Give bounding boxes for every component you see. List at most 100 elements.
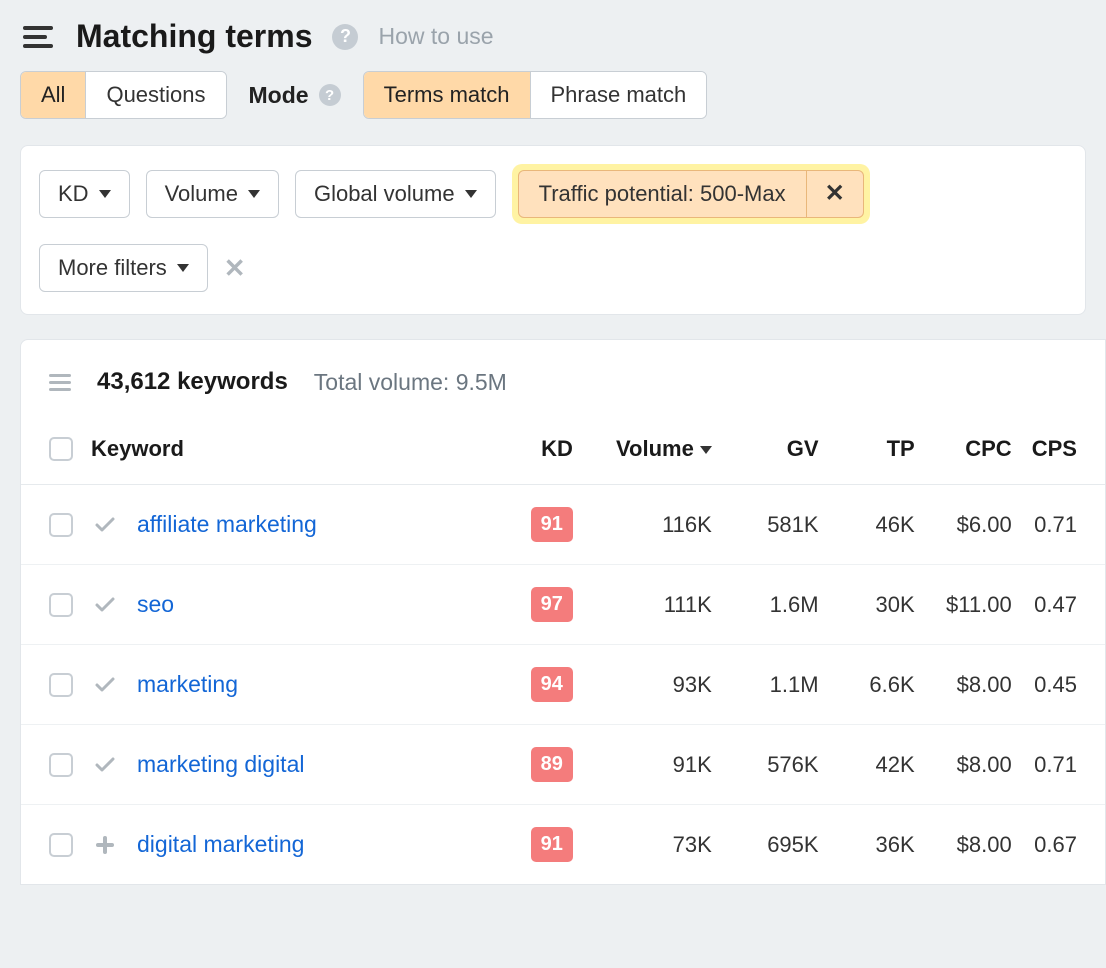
keyword-link[interactable]: digital marketing — [137, 831, 304, 858]
active-filter-traffic-potential: Traffic potential: 500-Max ✕ — [518, 170, 864, 218]
cell-cpc: $11.00 — [925, 565, 1022, 645]
row-checkbox[interactable] — [49, 833, 73, 857]
col-cps[interactable]: CPS — [1022, 418, 1105, 485]
check-icon[interactable] — [91, 513, 119, 537]
col-keyword[interactable]: Keyword — [21, 418, 487, 485]
cell-cpc: $8.00 — [925, 805, 1022, 885]
tab-terms-match[interactable]: Terms match — [364, 72, 530, 118]
cell-cps: 0.67 — [1022, 805, 1105, 885]
keyword-link[interactable]: seo — [137, 591, 174, 618]
cell-tp: 42K — [829, 725, 925, 805]
cell-kd: 89 — [487, 725, 583, 805]
cell-volume: 73K — [583, 805, 722, 885]
cell-kd: 94 — [487, 645, 583, 725]
keyword-count: 43,612 keywords — [97, 368, 288, 396]
filter-volume[interactable]: Volume — [146, 170, 279, 218]
more-filters-button[interactable]: More filters — [39, 244, 208, 292]
mode-segment: Terms match Phrase match — [363, 71, 708, 119]
table-row: affiliate marketing91116K581K46K$6.000.7… — [21, 485, 1105, 565]
cell-kd: 91 — [487, 805, 583, 885]
keyword-link[interactable]: affiliate marketing — [137, 511, 317, 538]
results-summary: 43,612 keywords Total volume: 9.5M — [21, 340, 1105, 418]
chevron-down-icon — [177, 264, 189, 272]
cell-cps: 0.47 — [1022, 565, 1105, 645]
total-volume: Total volume: 9.5M — [314, 369, 507, 396]
filters-panel: KD Volume Global volume Traffic potentia… — [20, 145, 1086, 315]
col-gv[interactable]: GV — [722, 418, 829, 485]
mode-label-text: Mode — [249, 82, 309, 109]
help-icon[interactable]: ? — [332, 24, 358, 50]
cell-volume: 91K — [583, 725, 722, 805]
filter-kd[interactable]: KD — [39, 170, 130, 218]
chevron-down-icon — [465, 190, 477, 198]
cell-kd: 91 — [487, 485, 583, 565]
filter-volume-label: Volume — [165, 181, 238, 207]
list-view-icon[interactable] — [49, 374, 71, 391]
cell-cpc: $6.00 — [925, 485, 1022, 565]
toggle-row: All Questions Mode ? Terms match Phrase … — [0, 65, 1106, 145]
kd-badge: 91 — [531, 507, 573, 542]
cell-cpc: $8.00 — [925, 725, 1022, 805]
cell-tp: 46K — [829, 485, 925, 565]
cell-kd: 97 — [487, 565, 583, 645]
cell-gv: 581K — [722, 485, 829, 565]
menu-icon[interactable] — [20, 19, 56, 55]
kd-badge: 91 — [531, 827, 573, 862]
check-icon[interactable] — [91, 593, 119, 617]
plus-icon[interactable] — [91, 834, 119, 856]
col-volume[interactable]: Volume — [583, 418, 722, 485]
table-row: marketing digital 8991K576K42K$8.000.71 — [21, 725, 1105, 805]
close-icon: ✕ — [825, 182, 845, 206]
active-filter-label[interactable]: Traffic potential: 500-Max — [519, 171, 806, 217]
cell-volume: 116K — [583, 485, 722, 565]
active-filter-highlight: Traffic potential: 500-Max ✕ — [512, 164, 870, 224]
filter-global-volume[interactable]: Global volume — [295, 170, 496, 218]
col-keyword-label: Keyword — [91, 436, 184, 462]
remove-filter-button[interactable]: ✕ — [806, 171, 863, 217]
help-icon[interactable]: ? — [319, 84, 341, 106]
kd-badge: 97 — [531, 587, 573, 622]
filter-global-volume-label: Global volume — [314, 181, 455, 207]
results-panel: 43,612 keywords Total volume: 9.5M Keywo… — [20, 339, 1106, 885]
col-cpc[interactable]: CPC — [925, 418, 1022, 485]
keyword-link[interactable]: marketing — [137, 671, 238, 698]
cell-gv: 1.1M — [722, 645, 829, 725]
keyword-link[interactable]: marketing digital — [137, 751, 304, 778]
select-all-checkbox[interactable] — [49, 437, 73, 461]
cell-tp: 6.6K — [829, 645, 925, 725]
cell-gv: 576K — [722, 725, 829, 805]
col-kd[interactable]: KD — [487, 418, 583, 485]
page-header: Matching terms ? How to use — [0, 0, 1106, 65]
table-row: marketing9493K1.1M6.6K$8.000.45 — [21, 645, 1105, 725]
clear-filters-button[interactable]: ✕ — [224, 255, 246, 281]
cell-cps: 0.45 — [1022, 645, 1105, 725]
how-to-use-link[interactable]: How to use — [378, 23, 493, 50]
keywords-table: Keyword KD Volume GV TP CPC CPS affiliat… — [21, 418, 1105, 884]
cell-volume: 111K — [583, 565, 722, 645]
check-icon[interactable] — [91, 753, 119, 777]
check-icon[interactable] — [91, 673, 119, 697]
tab-phrase-match[interactable]: Phrase match — [530, 72, 707, 118]
cell-volume: 93K — [583, 645, 722, 725]
tab-all[interactable]: All — [21, 72, 85, 118]
row-checkbox[interactable] — [49, 513, 73, 537]
chevron-down-icon — [248, 190, 260, 198]
col-volume-label: Volume — [616, 436, 694, 461]
row-checkbox[interactable] — [49, 673, 73, 697]
row-checkbox[interactable] — [49, 753, 73, 777]
more-filters-label: More filters — [58, 255, 167, 281]
col-tp[interactable]: TP — [829, 418, 925, 485]
cell-tp: 30K — [829, 565, 925, 645]
sort-desc-icon — [700, 446, 712, 454]
tab-questions[interactable]: Questions — [85, 72, 225, 118]
cell-gv: 1.6M — [722, 565, 829, 645]
type-segment: All Questions — [20, 71, 227, 119]
mode-label: Mode ? — [249, 82, 341, 109]
cell-cps: 0.71 — [1022, 725, 1105, 805]
row-checkbox[interactable] — [49, 593, 73, 617]
page-title: Matching terms — [76, 18, 312, 55]
table-row: seo 97 111K1.6M30K$11.000.47 — [21, 565, 1105, 645]
kd-badge: 94 — [531, 667, 573, 702]
cell-gv: 695K — [722, 805, 829, 885]
table-row: digital marketing9173K695K36K$8.000.67 — [21, 805, 1105, 885]
